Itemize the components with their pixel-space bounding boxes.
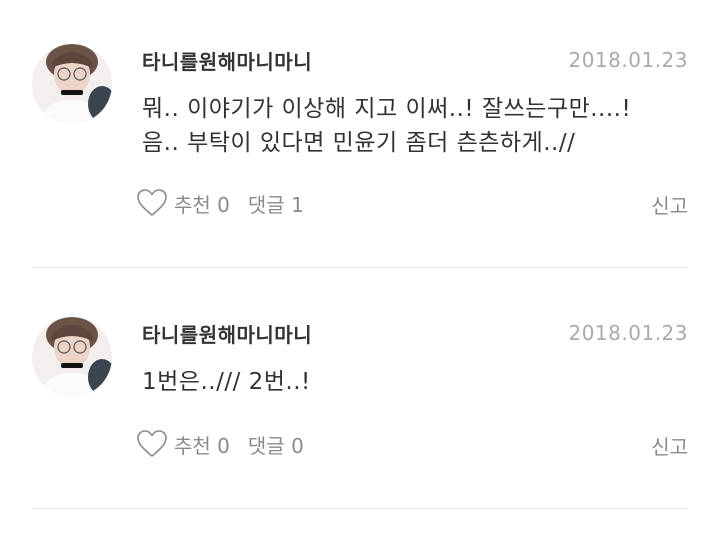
username[interactable]: 타니를원해마니마니: [142, 46, 312, 75]
like-label: 추천: [174, 433, 211, 458]
comment-text-line: 1번은../// 2번..!: [142, 369, 311, 395]
reply-button[interactable]: 댓글 0: [248, 430, 304, 459]
reply-label: 댓글: [247, 433, 285, 458]
comment-date: 2018.01.23: [568, 48, 688, 72]
avatar[interactable]: [32, 44, 112, 124]
comment-text-line: 뭐.. 이야기가 이상해 지고 이써..! 잘쓰는구만....!: [142, 96, 632, 122]
comment-item: 타니를원해마니마니 2018.01.23 뭐.. 이야기가 이상해 지고 이써.…: [0, 0, 720, 268]
comment-text: 뭐.. 이야기가 이상해 지고 이써..! 잘쓰는구만....! 음.. 부탁이…: [142, 92, 682, 160]
reply-count: 0: [291, 433, 304, 458]
comment-date: 2018.01.23: [568, 321, 688, 345]
like-button[interactable]: 추천 0: [174, 430, 230, 459]
comment-text: 1번은../// 2번..!: [142, 365, 682, 399]
heart-outline-icon[interactable]: [136, 429, 168, 459]
reply-button[interactable]: 댓글 1: [248, 189, 304, 218]
comment-actions: 추천 0 댓글 0: [136, 427, 304, 461]
report-button[interactable]: 신고: [651, 190, 688, 219]
reply-count: 1: [291, 192, 304, 217]
divider: [32, 267, 688, 268]
comment-actions: 추천 0 댓글 1: [136, 186, 304, 220]
heart-outline-icon[interactable]: [136, 188, 168, 218]
like-button[interactable]: 추천 0: [174, 189, 230, 218]
username[interactable]: 타니를원해마니마니: [142, 319, 312, 348]
avatar[interactable]: [32, 317, 112, 397]
reply-label: 댓글: [247, 192, 285, 217]
comment-item: 타니를원해마니마니 2018.01.23 1번은../// 2번..! 추천 0…: [0, 273, 720, 541]
like-count: 0: [217, 433, 230, 458]
divider: [32, 508, 688, 509]
report-button[interactable]: 신고: [651, 431, 688, 460]
like-count: 0: [217, 192, 230, 217]
comment-text-line: 음.. 부탁이 있다면 민윤기 좀더 츤츤하게..//: [142, 130, 576, 156]
like-label: 추천: [174, 192, 211, 217]
